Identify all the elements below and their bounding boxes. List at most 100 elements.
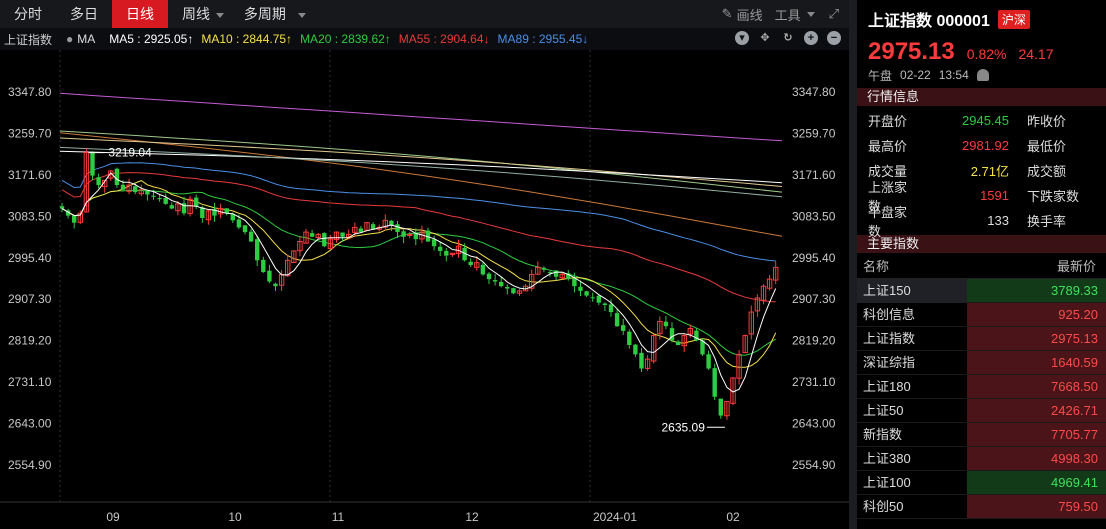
ma10-value: MA10 : 2844.75↑ [201,32,293,46]
quote-key-2: 昨收价 [1027,114,1067,129]
index-list-item[interactable]: 上证指数 2975.13 [857,327,1106,351]
y-tick-label-left: 2554.90 [8,458,52,472]
ma5-value: MA5 : 2925.05↑ [109,32,194,46]
candle-body-down [602,303,608,306]
candle-body-down [511,288,516,294]
refresh-icon[interactable]: ↻ [781,31,795,45]
candle-body-down [505,286,510,289]
index-value: 4969.41 [967,471,1106,494]
x-tick-label: 11 [332,510,345,524]
last-price: 2975.13 [868,38,955,65]
index-name: 科创信息 [863,306,916,322]
candlestick-chart[interactable]: 3347.80 3347.80 3259.70 3259.70 3171.60 3171.… [0,50,849,529]
index-value: 4998.30 [967,447,1106,470]
tools-label: 工具 [774,7,801,23]
candle-body-down [151,195,156,197]
index-list-item[interactable]: 上证100 4969.41 [857,471,1106,495]
quote-row: 平盘家数 133 换手率 [857,205,1106,239]
candle-body-down [486,273,492,280]
y-tick-label-right: 2995.40 [792,251,836,265]
y-tick-label-right: 2554.90 [792,458,836,472]
candle-body-down [267,270,272,282]
index-list-item[interactable]: 上证50 2426.71 [857,399,1106,423]
candle-body-down [114,168,120,186]
quote-row: 最高价 2981.92 最低价 [857,133,1106,158]
quote-value: 133 [987,213,1009,228]
y-tick-label-right: 3347.80 [792,85,836,99]
index-list-item[interactable]: 上证380 4998.30 [857,447,1106,471]
ma-long-line-2 [59,132,783,237]
bell-icon[interactable] [976,69,989,81]
candle-body-down [541,267,547,270]
ma-long-line-3 [59,130,783,193]
candle-body-down [718,398,723,416]
x-tick-label: 09 [106,510,120,524]
tab-weekly[interactable]: 周线 [168,0,230,28]
quote-key: 最高价 [868,139,908,154]
candle-body-down [255,239,260,261]
index-name: 上证指数 [863,330,916,346]
period-toolbar: 分时 多日 日线 周线 多周期 ✎ 画线 工具 ⤢ [0,0,849,28]
tab-intraday[interactable]: 分时 [0,0,56,28]
tab-multi-period[interactable]: 多周期 [230,0,322,28]
quote-key-2: 最低价 [1027,139,1067,154]
candle-body-down [578,286,583,291]
move-icon[interactable]: ✥ [758,31,772,45]
index-list-item[interactable]: 新指数 7705.77 [857,423,1106,447]
price-row: 2975.13 0.82% 24.17 [857,38,1106,65]
ma55-line [61,172,776,303]
index-name: 上证180 [863,378,911,394]
tools-button[interactable]: 工具 [775,5,817,24]
y-tick-label-right: 2819.20 [792,334,836,348]
candle-body-down [553,270,559,277]
quote-value: 1591 [980,188,1009,203]
y-tick-label-left: 2819.20 [8,334,52,348]
index-list-item[interactable]: 科创信息 925.20 [857,303,1106,327]
index-value: 7705.77 [967,423,1106,446]
candle-body-down [468,261,473,266]
index-value: 2426.71 [967,399,1106,422]
ma-long-line-1 [59,92,783,142]
index-list-item[interactable]: 上证180 7668.50 [857,375,1106,399]
zoom-out-icon[interactable]: − [827,31,841,45]
candle-body-down [639,352,644,369]
index-list-item[interactable]: 深证综指 1640.59 [857,351,1106,375]
candle-body-down [358,228,364,233]
collapse-icon[interactable]: ▾ [735,31,749,45]
index-value: 7668.50 [967,375,1106,398]
index-list-item[interactable]: 上证150 3789.33 [857,278,1106,303]
ma89-value: MA89 : 2955.45↓ [497,32,589,46]
tab-multi-period-label: 多周期 [243,6,286,22]
index-list-item[interactable]: 科创50 759.50 [857,495,1106,519]
index-value: 759.50 [967,495,1106,518]
candle-body-down [706,354,711,369]
col-name[interactable]: 名称 [857,256,967,275]
date-label: 02-22 [900,68,931,82]
ma-label[interactable]: MA [77,32,95,46]
tab-daily[interactable]: 日线 [112,0,168,28]
candle-body-down [242,225,248,233]
index-value: 1640.59 [967,351,1106,374]
candle-body-down [431,239,437,247]
fullscreen-button[interactable]: ⤢ [829,6,839,22]
index-name-label: 上证指数 [4,32,53,47]
candle-body-down [389,220,394,226]
zoom-in-icon[interactable]: + [804,31,818,45]
candle-body-down [194,197,199,207]
candle-body-down [627,331,632,345]
candle-body-down [248,231,254,242]
ma20-value: MA20 : 2839.62↑ [300,32,391,46]
candle-body-down [401,231,406,237]
candle-body-down [322,233,327,247]
x-tick-label: 10 [228,510,242,524]
candle-body-down [584,291,589,296]
candle-body-down [96,177,101,186]
candle-body-down [438,246,443,251]
panel-divider[interactable] [849,0,857,529]
ma89-line [61,162,776,262]
draw-line-button[interactable]: ✎ 画线 [722,5,763,24]
draw-line-label: 画线 [736,7,763,23]
tab-multi-day[interactable]: 多日 [56,0,112,28]
candle-body-down [492,280,498,282]
col-latest[interactable]: 最新价 [967,256,1106,275]
